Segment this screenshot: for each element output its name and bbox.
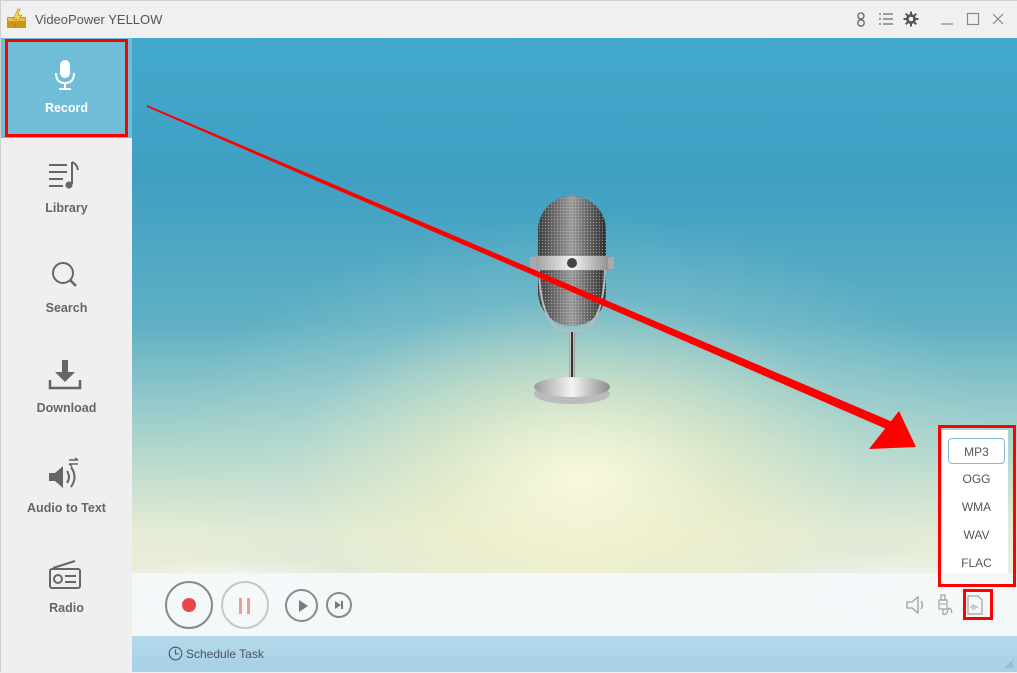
menu-list-icon[interactable] (878, 11, 894, 27)
schedule-task-label: Schedule Task (186, 646, 264, 661)
app-title: VideoPower YELLOW (35, 12, 163, 27)
minimize-icon[interactable] (939, 11, 955, 27)
skip-next-icon (335, 601, 343, 609)
record-panel: MP3 OGG WMA WAV FLAC Schedule Task (132, 38, 1017, 672)
play-button[interactable] (285, 589, 318, 622)
sidebar-item-label: Download (36, 401, 97, 415)
record-icon (182, 598, 196, 612)
microphone-icon (55, 60, 75, 90)
clock-icon (168, 646, 183, 661)
user-icon[interactable] (853, 11, 869, 27)
volume-icon[interactable] (905, 595, 927, 615)
format-option-mp3[interactable]: MP3 (948, 438, 1005, 464)
sidebar-item-audio-to-text[interactable]: Audio to Text (1, 438, 132, 538)
title-bar: VideoPower YELLOW (1, 1, 1017, 38)
sidebar-item-download[interactable]: Download (1, 338, 132, 438)
schedule-task-button[interactable]: Schedule Task (168, 646, 264, 661)
format-option-wav[interactable]: WAV (948, 522, 1005, 548)
play-icon (299, 600, 308, 612)
settings-gear-icon[interactable] (903, 11, 919, 27)
sidebar-item-label: Audio to Text (27, 501, 106, 515)
audio-format-file-icon[interactable] (966, 594, 984, 616)
resize-grip-icon[interactable] (1004, 659, 1014, 669)
format-dropdown: MP3 OGG WMA WAV FLAC (942, 430, 1008, 575)
app-window: VideoPower YELLOW Record Library Search … (0, 0, 1017, 673)
sidebar-item-label: Search (45, 301, 88, 315)
format-option-ogg[interactable]: OGG (948, 466, 1005, 492)
search-icon (52, 262, 77, 287)
download-icon (48, 360, 82, 390)
sidebar-item-label: Radio (49, 601, 84, 615)
close-icon[interactable] (990, 11, 1006, 27)
pause-button[interactable] (221, 581, 269, 629)
format-option-wma[interactable]: WMA (948, 494, 1005, 520)
record-button[interactable] (165, 581, 213, 629)
sidebar-item-label: Record (44, 101, 89, 115)
sidebar-item-radio[interactable]: Radio (1, 538, 132, 638)
sidebar-item-label: Library (45, 201, 88, 215)
music-list-icon (49, 161, 79, 189)
audio-source-plug-icon[interactable] (937, 593, 955, 617)
sidebar-item-search[interactable]: Search (1, 238, 132, 338)
speaker-convert-icon (49, 457, 79, 488)
playback-controls (132, 573, 1017, 636)
status-bar: Schedule Task (132, 636, 1017, 672)
sidebar-item-record[interactable]: Record (1, 38, 132, 138)
sidebar-item-library[interactable]: Library (1, 138, 132, 238)
sidebar-nav: Record Library Search Download Audio to … (1, 38, 132, 673)
skip-next-button[interactable] (326, 592, 352, 618)
radio-icon (49, 560, 81, 589)
maximize-icon[interactable] (965, 11, 981, 27)
microphone-illustration (530, 196, 614, 404)
pause-icon (239, 598, 253, 614)
app-logo-icon (7, 8, 26, 28)
